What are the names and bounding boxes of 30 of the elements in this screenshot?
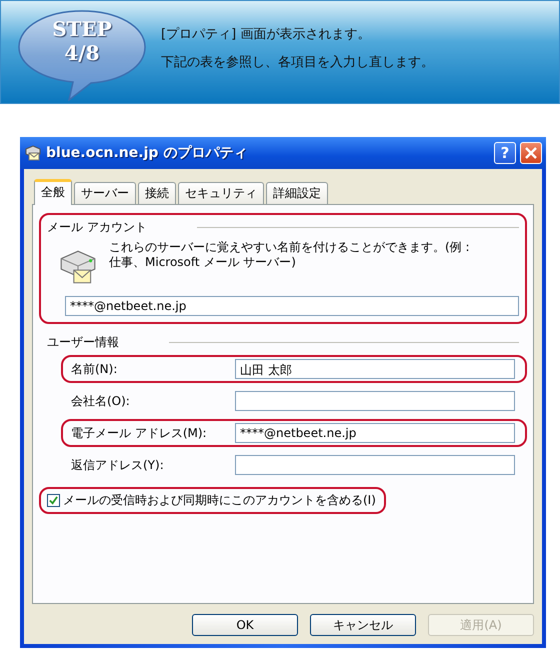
instruction-text: [プロパティ] 画面が表示されます。 [161,26,372,43]
group-heading: メール アカウント [47,219,147,236]
step-label: STEP [52,17,112,41]
dialog-button[interactable]: OK [192,614,298,636]
step-number: 4/8 [64,41,100,65]
tab[interactable]: 接続 [138,182,176,204]
window-title: blue.ocn.ne.jp のプロパティ [46,144,248,162]
group-heading: ユーザー情報 [47,334,119,351]
field-label: 名前(N): [71,360,118,378]
checkbox[interactable] [47,494,60,507]
account-name-field[interactable]: ****@netbeet.ne.jp [65,296,519,316]
tab[interactable]: セキュリティ [178,182,264,204]
help-button[interactable]: ? [494,142,516,164]
input-field[interactable]: 山田 太郎 [235,359,515,379]
field-label: 会社名(O): [71,392,131,410]
field-label: 返信アドレス(Y): [71,456,165,474]
tab[interactable]: サーバー [74,182,136,204]
dialog-button[interactable]: キャンセル [310,614,416,636]
input-field[interactable] [235,391,515,411]
tab[interactable]: 詳細設定 [266,182,328,204]
input-field[interactable] [235,455,515,475]
description-text: これらのサーバーに覚えやすい名前を付けることができます。(例 : 仕事、Microsoft メール サーバー) [109,240,471,270]
instruction-text: 下記の表を参照し、各項目を入力し直します。 [161,54,434,71]
checkbox-label: メールの受信時および同期時にこのアカウントを含める(I) [63,492,376,509]
tab[interactable]: 全般 [34,179,72,205]
close-icon [525,147,537,159]
close-button[interactable] [520,142,542,164]
mail-server-icon [24,144,42,162]
field-label: 電子メール アドレス(M): [71,424,208,442]
input-field[interactable]: ****@netbeet.ne.jp [235,423,515,443]
